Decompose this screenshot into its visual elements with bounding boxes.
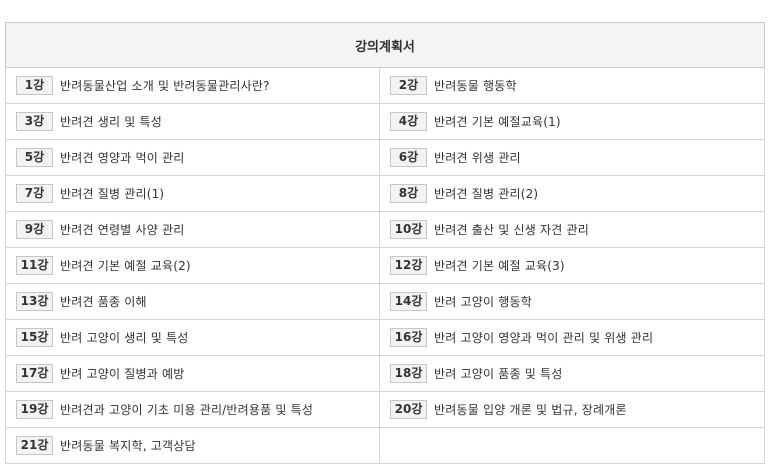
lecture-number-badge: 5강 xyxy=(16,148,53,167)
lecture-cell: 12강 반려견 기본 예절 교육(3) xyxy=(379,247,765,284)
lecture-title: 반려견 품종 이해 xyxy=(60,295,147,309)
lecture-number-badge: 8강 xyxy=(390,184,427,203)
lecture-cell: 20강 반려동물 입양 개론 및 법규, 장례개론 xyxy=(379,391,765,428)
lecture-cell: 1강 반려동물산업 소개 및 반려동물관리사란? xyxy=(5,67,380,104)
lecture-cell: 19강 반려견과 고양이 기초 미용 관리/반려용품 및 특성 xyxy=(5,391,380,428)
table-row: 5강 반려견 영양과 먹이 관리 6강 반려견 위생 관리 xyxy=(5,139,765,176)
lecture-number-badge: 14강 xyxy=(390,292,427,311)
table-row: 17강 반려 고양이 질병과 예방 18강 반려 고양이 품종 및 특성 xyxy=(5,355,765,392)
lecture-title: 반려견 위생 관리 xyxy=(434,151,521,165)
lecture-cell: 16강 반려 고양이 영양과 먹이 관리 및 위생 관리 xyxy=(379,319,765,356)
lecture-cell: 18강 반려 고양이 품종 및 특성 xyxy=(379,355,765,392)
lecture-number-badge: 13강 xyxy=(16,292,53,311)
lecture-title: 반려견 생리 및 특성 xyxy=(60,115,162,129)
lecture-cell: 10강 반려견 출산 및 신생 자견 관리 xyxy=(379,211,765,248)
lecture-cell: 2강 반려동물 행동학 xyxy=(379,67,765,104)
syllabus-container: 강의계획서 1강 반려동물산업 소개 및 반려동물관리사란? 2강 반려동물 행동학… xyxy=(5,22,765,464)
lecture-cell: 17강 반려 고양이 질병과 예방 xyxy=(5,355,380,392)
table-row: 1강 반려동물산업 소개 및 반려동물관리사란? 2강 반려동물 행동학 xyxy=(5,67,765,104)
lecture-title: 반려견 질병 관리(1) xyxy=(60,187,165,201)
table-row: 19강 반려견과 고양이 기초 미용 관리/반려용품 및 특성 20강 반려동물 입… xyxy=(5,391,765,428)
lecture-title: 반려 고양이 행동학 xyxy=(434,295,532,309)
lecture-cell: 8강 반려견 질병 관리(2) xyxy=(379,175,765,212)
lecture-cell: 13강 반려견 품종 이해 xyxy=(5,283,380,320)
lecture-number-badge: 3강 xyxy=(16,112,53,131)
table-row: 3강 반려견 생리 및 특성 4강 반려견 기본 예절교육(1) xyxy=(5,103,765,140)
lecture-number-badge: 10강 xyxy=(390,220,427,239)
lecture-number-badge: 21강 xyxy=(16,436,53,455)
lecture-title: 반려동물 복지학, 고객상담 xyxy=(60,439,196,453)
lecture-title: 반려견과 고양이 기초 미용 관리/반려용품 및 특성 xyxy=(60,403,314,417)
lecture-cell: 4강 반려견 기본 예절교육(1) xyxy=(379,103,765,140)
lecture-cell: 9강 반려견 연령별 사양 관리 xyxy=(5,211,380,248)
lecture-cell: 6강 반려견 위생 관리 xyxy=(379,139,765,176)
lecture-title: 반려동물 입양 개론 및 법규, 장례개론 xyxy=(434,403,627,417)
lecture-title: 반려동물 행동학 xyxy=(434,79,517,93)
syllabus-title: 강의계획서 xyxy=(5,22,765,68)
table-row: 11강 반려견 기본 예절 교육(2) 12강 반려견 기본 예절 교육(3) xyxy=(5,247,765,284)
lecture-number-badge: 18강 xyxy=(390,364,427,383)
lecture-title: 반려견 기본 예절 교육(2) xyxy=(60,259,191,273)
lecture-cell: 14강 반려 고양이 행동학 xyxy=(379,283,765,320)
lecture-number-badge: 17강 xyxy=(16,364,53,383)
lecture-title: 반려견 기본 예절교육(1) xyxy=(434,115,561,129)
lecture-cell: 15강 반려 고양이 생리 및 특성 xyxy=(5,319,380,356)
table-row: 21강 반려동물 복지학, 고객상담 xyxy=(5,427,765,464)
lecture-title: 반려견 질병 관리(2) xyxy=(434,187,539,201)
lecture-cell: 21강 반려동물 복지학, 고객상담 xyxy=(5,427,380,464)
lecture-cell: 3강 반려견 생리 및 특성 xyxy=(5,103,380,140)
lecture-title: 반려견 연령별 사양 관리 xyxy=(60,223,185,237)
lecture-cell: 7강 반려견 질병 관리(1) xyxy=(5,175,380,212)
lecture-number-badge: 20강 xyxy=(390,400,427,419)
lecture-title: 반려 고양이 질병과 예방 xyxy=(60,367,185,381)
lecture-number-badge: 9강 xyxy=(16,220,53,239)
lecture-cell: 11강 반려견 기본 예절 교육(2) xyxy=(5,247,380,284)
lecture-number-badge: 19강 xyxy=(16,400,53,419)
lecture-title: 반려 고양이 품종 및 특성 xyxy=(434,367,563,381)
table-row: 15강 반려 고양이 생리 및 특성 16강 반려 고양이 영양과 먹이 관리 및 … xyxy=(5,319,765,356)
lecture-number-badge: 16강 xyxy=(390,328,427,347)
lecture-cell: 5강 반려견 영양과 먹이 관리 xyxy=(5,139,380,176)
lecture-title: 반려견 기본 예절 교육(3) xyxy=(434,259,565,273)
table-row: 9강 반려견 연령별 사양 관리 10강 반려견 출산 및 신생 자견 관리 xyxy=(5,211,765,248)
syllabus-table: 강의계획서 1강 반려동물산업 소개 및 반려동물관리사란? 2강 반려동물 행동학… xyxy=(5,22,765,464)
table-row: 7강 반려견 질병 관리(1) 8강 반려견 질병 관리(2) xyxy=(5,175,765,212)
lecture-title: 반려견 영양과 먹이 관리 xyxy=(60,151,185,165)
syllabus-header-row: 강의계획서 xyxy=(5,22,765,68)
lecture-title: 반려 고양이 생리 및 특성 xyxy=(60,331,189,345)
lecture-number-badge: 2강 xyxy=(390,76,427,95)
table-row: 13강 반려견 품종 이해 14강 반려 고양이 행동학 xyxy=(5,283,765,320)
lecture-number-badge: 15강 xyxy=(16,328,53,347)
lecture-number-badge: 4강 xyxy=(390,112,427,131)
lecture-title: 반려동물산업 소개 및 반려동물관리사란? xyxy=(60,79,270,93)
lecture-number-badge: 7강 xyxy=(16,184,53,203)
lecture-title: 반려 고양이 영양과 먹이 관리 및 위생 관리 xyxy=(434,331,654,345)
empty-cell xyxy=(379,427,765,464)
lecture-number-badge: 6강 xyxy=(390,148,427,167)
lecture-title: 반려견 출산 및 신생 자견 관리 xyxy=(434,223,589,237)
lecture-number-badge: 11강 xyxy=(16,256,53,275)
lecture-number-badge: 12강 xyxy=(390,256,427,275)
lecture-number-badge: 1강 xyxy=(16,76,53,95)
